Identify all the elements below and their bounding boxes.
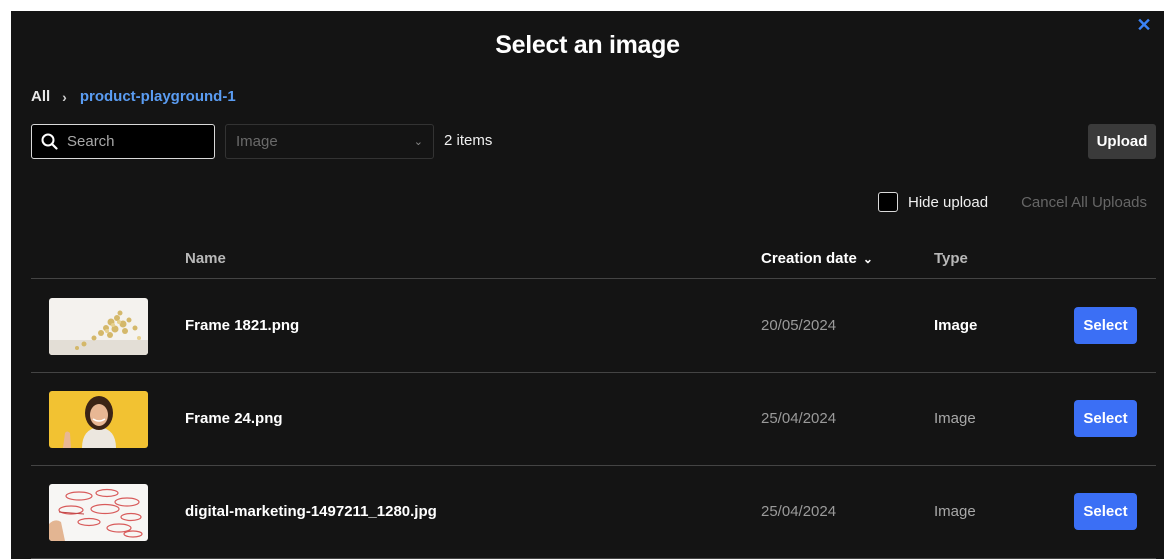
breadcrumb-separator-icon: › — [62, 88, 67, 105]
breadcrumb-current-folder[interactable]: product-playground-1 — [80, 88, 236, 105]
file-type: Image — [934, 410, 976, 427]
search-icon — [41, 133, 58, 150]
modal-title: Select an image — [495, 31, 680, 59]
file-name: Frame 1821.png — [185, 317, 300, 334]
table-header: Name Creation date ⌄ Type — [31, 241, 1156, 279]
hide-upload-checkbox[interactable] — [878, 192, 898, 212]
column-header-type[interactable]: Type — [934, 250, 968, 267]
file-type: Image — [934, 317, 978, 334]
creation-date: 25/04/2024 — [761, 410, 837, 427]
select-button[interactable]: Select — [1074, 493, 1137, 530]
table-row[interactable]: Frame 24.png 25/04/2024 Image Select — [31, 373, 1156, 466]
digital-marketing-image-thumbnail — [49, 484, 148, 541]
cancel-all-uploads-button[interactable]: Cancel All Uploads — [1021, 194, 1147, 211]
table-row[interactable]: digital-marketing-1497211_1280.jpg 25/04… — [31, 466, 1156, 559]
creation-date: 20/05/2024 — [761, 317, 837, 334]
chevron-down-icon: ⌄ — [413, 136, 423, 148]
column-header-creation-date[interactable]: Creation date ⌄ — [761, 250, 873, 267]
file-type: Image — [934, 503, 976, 520]
search-box[interactable] — [31, 124, 215, 159]
file-name: Frame 24.png — [185, 410, 283, 427]
select-button[interactable]: Select — [1074, 307, 1137, 344]
select-image-modal: ✕ Select an image All › product-playgrou… — [11, 11, 1164, 559]
hide-upload-toggle[interactable]: Hide upload — [878, 192, 988, 212]
sort-chevron-down-icon: ⌄ — [862, 252, 873, 266]
table-row[interactable]: Frame 1821.png 20/05/2024 Image Select — [31, 280, 1156, 373]
upload-button[interactable]: Upload — [1088, 124, 1156, 159]
popcorn-image-thumbnail — [49, 298, 148, 355]
creation-date: 25/04/2024 — [761, 503, 837, 520]
type-filter-select[interactable]: Image ⌄ — [225, 124, 434, 159]
column-header-creation-date-label: Creation date — [761, 250, 857, 267]
breadcrumb-all[interactable]: All — [31, 88, 50, 105]
items-count: 2 items — [444, 132, 493, 149]
hide-upload-label: Hide upload — [908, 193, 989, 211]
search-input[interactable] — [67, 133, 207, 150]
file-name: digital-marketing-1497211_1280.jpg — [185, 503, 437, 520]
type-filter-value: Image — [236, 133, 278, 150]
woman-portrait-image-thumbnail — [49, 391, 148, 448]
select-button[interactable]: Select — [1074, 400, 1137, 437]
column-header-name[interactable]: Name — [185, 250, 226, 267]
breadcrumb: All › product-playground-1 — [31, 88, 236, 105]
